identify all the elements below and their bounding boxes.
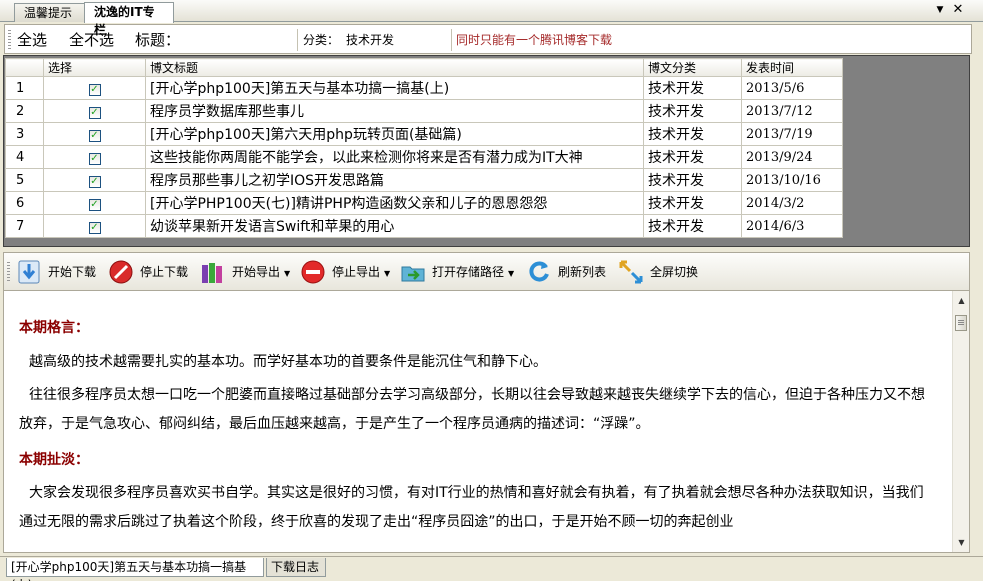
row-index: 6: [5, 191, 44, 215]
row-title[interactable]: [开心学php100天]第五天与基本功搞一搞基(上): [145, 76, 644, 100]
close-icon[interactable]: ✕: [950, 2, 966, 18]
category-label: 分类：: [303, 33, 340, 47]
row-title[interactable]: [开心学PHP100天(七)]精讲PHP构造函数父亲和儿子的恩恩怨怨: [145, 191, 644, 215]
separator: [451, 29, 452, 51]
row-index: 5: [5, 168, 44, 192]
row-index: 1: [5, 76, 44, 100]
category-select[interactable]: 技术开发: [346, 29, 448, 51]
row-date: 2014/3/2: [741, 191, 843, 215]
row-index: 2: [5, 99, 44, 123]
title-input[interactable]: [192, 29, 295, 51]
column-header-category[interactable]: 博文分类: [643, 58, 742, 77]
row-category: 技术开发: [643, 145, 742, 169]
download-icon: [18, 260, 40, 284]
minus-circle-icon: [301, 260, 325, 284]
tab-download-log[interactable]: 下载日志: [266, 558, 326, 577]
checkmark-icon[interactable]: ✓: [88, 84, 101, 96]
row-index: 7: [5, 214, 44, 238]
row-index: 4: [5, 145, 44, 169]
article-content: 本期格言： 越高级的技术越需要扎实的基本功。而学好基本功的首要条件是能沉住气和静…: [3, 290, 970, 553]
row-category: 技术开发: [643, 214, 742, 238]
table-row[interactable]: 3 ✓ [开心学php100天]第六天用php玩转页面(基础篇) 技术开发 2013/7…: [5, 122, 843, 146]
row-title[interactable]: 幼谈苹果新开发语言Swift和苹果的用心: [145, 214, 644, 238]
row-checkbox[interactable]: ✓: [43, 168, 146, 192]
row-checkbox[interactable]: ✓: [43, 122, 146, 146]
filter-toolbar: 全选 全不选 标题： 分类： 技术开发 同时只能有一个腾讯博客下载: [4, 24, 972, 54]
title-label: 标题：: [135, 31, 181, 49]
row-title[interactable]: 程序员那些事儿之初学IOS开发思路篇: [145, 168, 644, 192]
checkmark-icon[interactable]: ✓: [88, 199, 101, 211]
row-index: 3: [5, 122, 44, 146]
column-header-select[interactable]: 选择: [43, 58, 146, 77]
row-checkbox[interactable]: ✓: [43, 214, 146, 238]
row-category: 技术开发: [643, 122, 742, 146]
row-title[interactable]: 程序员学数据库那些事儿: [145, 99, 644, 123]
checkmark-icon[interactable]: ✓: [88, 153, 101, 165]
column-header-title[interactable]: 博文标题: [145, 58, 644, 77]
vertical-scrollbar[interactable]: ▲ ▼: [952, 291, 969, 552]
toolbar-grip[interactable]: [8, 30, 11, 50]
row-date: 2014/6/3: [741, 214, 843, 238]
row-checkbox[interactable]: ✓: [43, 76, 146, 100]
row-checkbox[interactable]: ✓: [43, 99, 146, 123]
chevron-down-icon[interactable]: ▼: [932, 2, 948, 18]
section-heading-chat: 本期扯淡：: [19, 452, 89, 468]
tab-current-article[interactable]: [开心学php100天]第五天与基本功搞一搞基(上): [6, 558, 264, 581]
row-category: 技术开发: [643, 168, 742, 192]
article-paragraph: 越高级的技术越需要扎实的基本功。而学好基本功的首要条件是能沉住气和静下心。: [29, 354, 547, 370]
row-date: 2013/9/24: [741, 145, 843, 169]
folder-arrow-icon: [401, 266, 425, 282]
bottom-tab-strip: [开心学php100天]第五天与基本功搞一搞基(上) 下载日志: [0, 556, 983, 581]
row-category: 技术开发: [643, 76, 742, 100]
select-all-button[interactable]: 全选: [17, 29, 47, 51]
refresh-icon: [529, 261, 549, 282]
row-title[interactable]: [开心学php100天]第六天用php玩转页面(基础篇): [145, 122, 644, 146]
table-row[interactable]: 4 ✓ 这些技能你两周能不能学会，以此来检测你将来是否有潜力成为IT大神 技术开发 20…: [5, 145, 843, 169]
column-header-index: [5, 58, 44, 77]
scroll-down-icon[interactable]: ▼: [954, 535, 969, 550]
row-date: 2013/7/19: [741, 122, 843, 146]
table-row[interactable]: 7 ✓ 幼谈苹果新开发语言Swift和苹果的用心 技术开发 2014/6/3: [5, 214, 843, 238]
download-note: 同时只能有一个腾讯博客下载: [456, 33, 613, 47]
checkmark-icon[interactable]: ✓: [88, 222, 101, 234]
table-row[interactable]: 5 ✓ 程序员那些事儿之初学IOS开发思路篇 技术开发 2013/10/16: [5, 168, 843, 192]
row-date: 2013/7/12: [741, 99, 843, 123]
unselect-all-button[interactable]: 全不选: [69, 29, 114, 51]
checkmark-icon[interactable]: ✓: [88, 107, 101, 119]
tab-strip: 温馨提示 沈逸的IT专栏 ▼ ✕: [0, 0, 983, 37]
row-checkbox[interactable]: ✓: [43, 145, 146, 169]
row-title[interactable]: 这些技能你两周能不能学会，以此来检测你将来是否有潜力成为IT大神: [145, 145, 644, 169]
article-paragraph: 大家会发现很多程序员喜欢买书自学。其实这是很好的习惯，有对IT行业的热情和喜好就…: [19, 485, 924, 530]
table-row[interactable]: 1 ✓ [开心学php100天]第五天与基本功搞一搞基(上) 技术开发 2013/5/6: [5, 76, 843, 100]
article-paragraph: 往往很多程序员太想一口吃一个肥婆而直接略过基础部分去学习高级部分，长期以往会导致…: [19, 387, 925, 432]
scroll-up-icon[interactable]: ▲: [954, 293, 969, 308]
article-table: 选择 博文标题 博文分类 发表时间 1 ✓ [开心学php100天]第五天与基本功搞…: [5, 58, 843, 238]
tab-it-column[interactable]: 沈逸的IT专栏: [84, 2, 174, 37]
separator: [297, 29, 298, 51]
stop-circle-icon: [109, 260, 133, 284]
row-date: 2013/5/6: [741, 76, 843, 100]
article-text: 本期格言： 越高级的技术越需要扎实的基本功。而学好基本功的首要条件是能沉住气和静…: [19, 311, 934, 537]
section-heading-motto: 本期格言：: [19, 320, 89, 336]
tab-tips[interactable]: 温馨提示: [14, 3, 86, 22]
checkmark-icon[interactable]: ✓: [88, 130, 101, 142]
row-category: 技术开发: [643, 191, 742, 215]
row-date: 2013/10/16: [741, 168, 843, 192]
row-checkbox[interactable]: ✓: [43, 191, 146, 215]
article-grid: 选择 博文标题 博文分类 发表时间 1 ✓ [开心学php100天]第五天与基本功搞…: [3, 55, 970, 247]
column-header-date[interactable]: 发表时间: [741, 58, 843, 77]
action-toolbar: 开始下载 停止下载 开始导出 ▼ 停止导出 ▼ 打开存储路径 ▼ 刷新列表 全屏…: [3, 252, 970, 290]
table-header: 选择 博文标题 博文分类 发表时间: [5, 58, 843, 77]
checkmark-icon[interactable]: ✓: [88, 176, 101, 188]
row-category: 技术开发: [643, 99, 742, 123]
table-row[interactable]: 2 ✓ 程序员学数据库那些事儿 技术开发 2013/7/12: [5, 99, 843, 123]
books-icon: [202, 263, 222, 283]
table-row[interactable]: 6 ✓ [开心学PHP100天(七)]精讲PHP构造函数父亲和儿子的恩恩怨怨 技术开发…: [5, 191, 843, 215]
fullscreen-arrows-icon: [619, 260, 643, 284]
scroll-thumb[interactable]: [955, 315, 967, 331]
toolbar-grip[interactable]: [7, 262, 10, 282]
